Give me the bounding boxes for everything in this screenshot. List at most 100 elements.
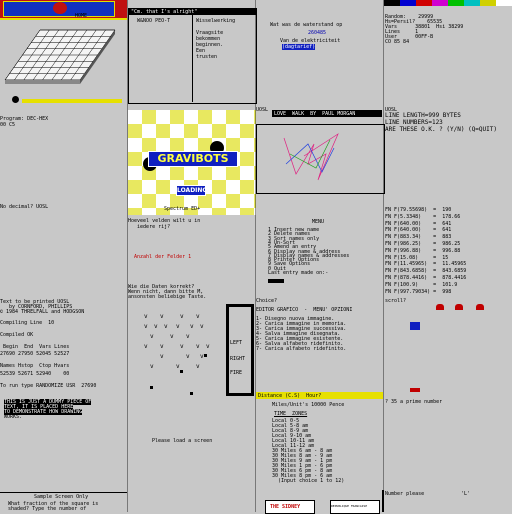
invader-v: v bbox=[206, 343, 210, 350]
invader-v: v bbox=[164, 323, 168, 330]
invader-v: v bbox=[154, 323, 158, 330]
dialog-line1: W&NOO PEO-T bbox=[131, 18, 180, 24]
invader-v: v bbox=[144, 323, 148, 330]
grid-yellow-bar bbox=[22, 99, 122, 103]
compiling-line1: Compiling Line 10 bbox=[0, 320, 55, 326]
invader-v: v bbox=[186, 333, 190, 340]
invader-v: v bbox=[186, 353, 190, 360]
invader-v: v bbox=[176, 323, 180, 330]
compiling-run: To run type RANDOMIZE USR 27690 bbox=[0, 383, 97, 389]
invader-v: v bbox=[200, 353, 204, 360]
conversion-title: TIME ZONES bbox=[274, 411, 308, 417]
compiling-line2: Compiled OK bbox=[0, 332, 34, 338]
grid-ball bbox=[12, 96, 19, 103]
love-walk-plot bbox=[283, 133, 339, 181]
load-screen-prompt: Please load a screen bbox=[152, 438, 213, 444]
dutch-line5: Anzahl der Felder 1 bbox=[134, 254, 192, 260]
number-please-value[interactable]: 'L' bbox=[461, 491, 470, 497]
gravibots-footer: Spectrum ED+ bbox=[164, 206, 201, 212]
invader-v: v bbox=[180, 313, 184, 320]
sidney-logo: THE SIDNEY bbox=[270, 504, 301, 510]
sample-screen-line2: shaded? Type the number of bbox=[8, 506, 87, 512]
fn-row: FN F(843.6858) = 843.6859 bbox=[385, 268, 467, 275]
invader-block bbox=[190, 392, 193, 395]
fn-row: FN F(640.00) = 641 bbox=[385, 227, 452, 234]
sample-screen-rule bbox=[0, 492, 127, 493]
fn-row: FN F(883.34) = 883 bbox=[385, 234, 452, 241]
dialog-divider bbox=[192, 15, 193, 102]
fn-row: FN F(11.45965) = 11.45965 bbox=[385, 261, 467, 268]
invader-v: v bbox=[196, 313, 200, 320]
col-divider-1 bbox=[127, 0, 128, 512]
fn-row: FN F(997.79034) = 998 bbox=[385, 288, 452, 295]
invader-v: v bbox=[176, 363, 180, 370]
dummy-text-4: WORKS. bbox=[4, 414, 23, 420]
decimal-prompt: No decimal? UOSL bbox=[0, 204, 49, 210]
fn-row: FN F(640.00) = 641 bbox=[385, 220, 452, 227]
fn-row: FN F(15.08) = 15 bbox=[385, 254, 449, 261]
invader-blue bbox=[410, 322, 420, 330]
fn-row: FN F(5.3348) = 178.66 bbox=[385, 213, 461, 220]
german-line3: ansonsten beliebige Taste. bbox=[128, 294, 207, 300]
compiling-row2: 52539 52671 52940 00 bbox=[0, 371, 70, 377]
game-header-yellow bbox=[0, 18, 127, 20]
text-print-line3: © 1984 THRELFALL and HODGSON bbox=[0, 309, 85, 315]
plot-title: LOVE WALK BY PAUL MORGAN bbox=[274, 111, 356, 117]
menu-footer: Last entry made on:- bbox=[268, 270, 329, 276]
invader-red-2 bbox=[455, 304, 463, 310]
fn-row: FN F(878.4416) = 878.4416 bbox=[385, 275, 467, 281]
col-divider-3 bbox=[383, 0, 384, 512]
invader-v: v bbox=[150, 363, 154, 370]
fn-row: FN F(79.55698) = 190 bbox=[385, 207, 452, 213]
dialog-title: "Cm. that I's alright" bbox=[131, 9, 198, 15]
home-label: HOME bbox=[75, 13, 88, 19]
line-length-1: LINE LENGTH=999 BYTES bbox=[385, 112, 461, 119]
gravibots-loading: LOADING bbox=[176, 185, 208, 196]
game-header-ball bbox=[53, 2, 67, 14]
fn-row: FN F(100.9) = 101.9 bbox=[385, 281, 458, 288]
color-stripe bbox=[384, 0, 512, 6]
random-line6: CO 85 84 bbox=[385, 39, 410, 45]
editor-title: EDITOR GRAFICO - MENU' OPZIONI bbox=[256, 307, 353, 313]
menu-cursor bbox=[268, 279, 284, 283]
water-line1: Wat was de waterstand op bbox=[270, 22, 343, 28]
sidebar-word-right: RIGHT bbox=[230, 356, 246, 362]
water-value: 260485 bbox=[308, 30, 327, 36]
invader-red-1 bbox=[436, 304, 444, 310]
program-hex: 00 C5 bbox=[0, 122, 16, 128]
fn-row: FN F(996.88) = 996.88 bbox=[385, 247, 461, 254]
invader-v: v bbox=[170, 333, 174, 340]
compiling-row1: 27690 27950 52045 52527 bbox=[0, 351, 70, 357]
invader-block bbox=[150, 386, 153, 389]
invader-v: v bbox=[144, 343, 148, 350]
invader-v: v bbox=[160, 353, 164, 360]
invader-v: v bbox=[150, 333, 154, 340]
invader-v: v bbox=[196, 363, 200, 370]
invader-v: v bbox=[196, 343, 200, 350]
invader-red-3 bbox=[476, 304, 484, 310]
line-length-3: ARE THESE O.K. ? (Y/N) (Q=QUIT) bbox=[385, 126, 497, 133]
invader-v: v bbox=[144, 313, 148, 320]
conversion-footer: (Input choice 1 to 12) bbox=[278, 478, 345, 484]
editor-option: 7- Carica alfabeto ridefinito. bbox=[256, 346, 347, 352]
plot-head: UOSL bbox=[256, 107, 269, 113]
invader-v: v bbox=[160, 313, 164, 320]
sidebar-word-fire: FIRE bbox=[230, 370, 243, 376]
editor-prompt: Choice? bbox=[256, 298, 278, 304]
col-divider-2 bbox=[255, 0, 256, 512]
menu-title: MENU bbox=[312, 219, 325, 225]
water-line3[interactable]: (dagtarief) bbox=[282, 44, 316, 50]
dialog-right5: trusten bbox=[196, 54, 218, 60]
compiling-head: Begin End Vars Lines bbox=[0, 344, 70, 350]
player-ship bbox=[410, 388, 420, 392]
sidebar-word-left: LEFT bbox=[230, 340, 243, 346]
invader-v: v bbox=[180, 343, 184, 350]
number-please-label: Number please bbox=[385, 491, 425, 497]
sample-screen-title: Sample Screen Only bbox=[34, 494, 89, 500]
invader-block bbox=[180, 370, 183, 373]
scroll-label: scroll? bbox=[385, 298, 407, 304]
invader-block bbox=[204, 354, 207, 357]
dutch-line2: iedere rij? bbox=[128, 224, 171, 230]
fn-row: FN F(986.25) = 986.25 bbox=[385, 241, 461, 247]
screen-list-inner bbox=[229, 307, 251, 393]
